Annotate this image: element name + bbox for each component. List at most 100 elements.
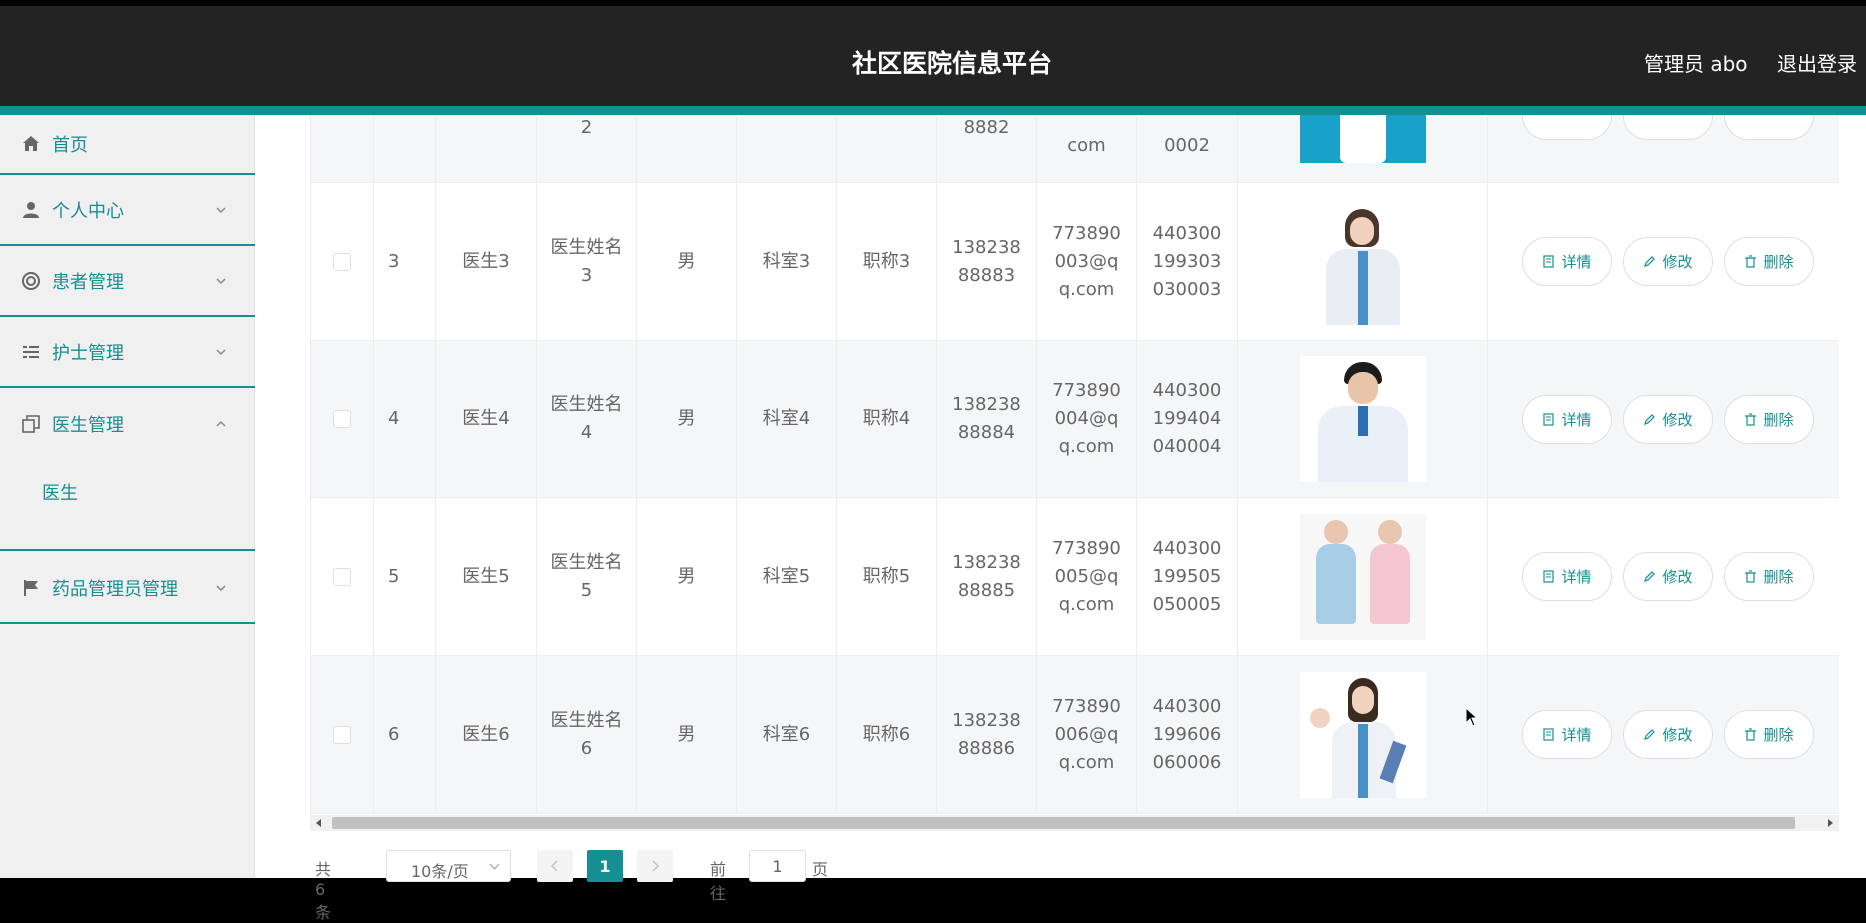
app-header: 社区医院信息平台 管理员 abo 退出登录: [0, 6, 1866, 106]
table-row: 3 医生3 医生姓名3 男 科室3 职称3 13823888883 773890…: [311, 183, 1839, 341]
detail-button[interactable]: 详情: [1522, 395, 1612, 444]
pencil-icon: [1644, 571, 1656, 582]
page-size-select[interactable]: 10条/页: [386, 850, 511, 882]
doctor-photo: [1299, 671, 1426, 798]
doctor-photo-partial: [1299, 115, 1426, 163]
cell-id: 6: [374, 656, 436, 813]
sidebar-item-label: 医生管理: [52, 414, 124, 436]
cell-idcard: 440300199606060006: [1137, 656, 1238, 813]
cell-phone: 13823888885: [937, 498, 1037, 655]
cell-name: 医生姓名5: [537, 498, 637, 655]
flag-icon: [24, 579, 38, 596]
cell-title: 职称4: [837, 341, 937, 497]
scroll-left-arrow-icon[interactable]: [316, 819, 321, 827]
horizontal-scrollbar[interactable]: [310, 815, 1839, 831]
delete-button[interactable]: [1724, 115, 1814, 140]
next-page-button[interactable]: [637, 850, 673, 882]
sidebar-item-home[interactable]: 首页: [0, 115, 255, 175]
scroll-right-arrow-icon[interactable]: [1828, 819, 1833, 827]
delete-button[interactable]: 删除: [1724, 710, 1814, 759]
document-icon: [1543, 570, 1555, 583]
pagination-total: 共 6 条: [315, 860, 332, 922]
delete-button[interactable]: 删除: [1724, 237, 1814, 286]
detail-button-label: 详情: [1561, 725, 1592, 744]
detail-button-label: 详情: [1561, 252, 1592, 271]
cell-account: 医生5: [436, 498, 537, 655]
prev-page-button[interactable]: [537, 850, 573, 882]
cell-id: 4: [374, 341, 436, 497]
detail-button[interactable]: 详情: [1522, 710, 1612, 759]
cell-dept: 科室3: [737, 183, 837, 340]
cell-title: 职称3: [837, 183, 937, 340]
table-row-partial: 2 8882 com 0002: [311, 115, 1839, 183]
admin-user-label: 管理员 abo: [1644, 52, 1748, 76]
doctor-photo: [1299, 356, 1426, 482]
pencil-icon: [1644, 414, 1656, 425]
home-icon: [23, 136, 39, 151]
cell-id: 3: [374, 183, 436, 340]
row-checkbox[interactable]: [333, 252, 351, 271]
delete-button[interactable]: 删除: [1724, 552, 1814, 601]
document-icon: [1543, 255, 1555, 268]
row-checkbox[interactable]: [333, 567, 351, 586]
cell-account: 医生4: [436, 341, 537, 497]
sidebar-subitem-doctor[interactable]: 医生: [42, 479, 78, 505]
sidebar-item-label: 患者管理: [52, 271, 124, 293]
document-icon: [1543, 728, 1555, 741]
detail-button[interactable]: [1522, 115, 1612, 140]
chevron-down-icon: [216, 348, 226, 355]
logout-link[interactable]: 退出登录: [1777, 48, 1857, 77]
sidebar-item-personal-center[interactable]: 个人中心: [0, 175, 255, 246]
sidebar-item-label: 药品管理员管理: [52, 578, 178, 600]
pencil-icon: [1644, 729, 1656, 740]
edit-button[interactable]: 修改: [1623, 395, 1713, 444]
trash-icon: [1745, 570, 1757, 583]
sidebar-item-label: 个人中心: [52, 200, 124, 222]
cell-idcard: 440300199404040004: [1137, 341, 1238, 497]
cell-name: 医生姓名3: [537, 183, 637, 340]
pencil-icon: [1644, 256, 1656, 267]
lifebuoy-icon: [22, 271, 40, 290]
goto-page-input[interactable]: 1: [749, 850, 806, 882]
cell-id-tail: 0002: [1164, 135, 1210, 156]
edit-button-label: 修改: [1662, 252, 1693, 271]
trash-icon: [1745, 728, 1757, 741]
page-unit-label: 页: [812, 860, 829, 879]
detail-button[interactable]: 详情: [1522, 552, 1612, 601]
doctor-photo: [1299, 513, 1426, 640]
page: 社区医院信息平台 管理员 abo 退出登录 首页 个人中心 患者管理 护士管理 …: [0, 0, 1866, 922]
detail-button-label: 详情: [1561, 567, 1592, 586]
delete-button-label: 删除: [1763, 252, 1794, 271]
document-icon: [1543, 413, 1555, 426]
chevron-down-icon: [216, 584, 226, 591]
cell-email-tail: com: [1067, 135, 1106, 156]
sidebar-item-doctors[interactable]: 医生管理: [0, 388, 255, 459]
edit-button[interactable]: 修改: [1623, 237, 1713, 286]
cell-id: 5: [374, 498, 436, 655]
cell-phone: 13823888884: [937, 341, 1037, 497]
chevron-down-icon: [216, 206, 226, 213]
scrollbar-thumb[interactable]: [332, 817, 1795, 829]
cell-idcard: 440300199303030003: [1137, 183, 1238, 340]
row-checkbox[interactable]: [333, 725, 351, 744]
edit-button[interactable]: 修改: [1623, 552, 1713, 601]
cell-email: 773890003@qq.com: [1037, 183, 1137, 340]
sidebar-item-patients[interactable]: 患者管理: [0, 246, 255, 317]
page-number-current[interactable]: 1: [587, 850, 623, 882]
detail-button-label: 详情: [1561, 410, 1592, 429]
sidebar-item-pharmacy-admins[interactable]: 药品管理员管理: [0, 553, 255, 624]
cell-account: 医生3: [436, 183, 537, 340]
edit-button[interactable]: [1623, 115, 1713, 140]
doctor-photo: [1299, 198, 1426, 325]
sidebar: 首页 个人中心 患者管理 护士管理 医生管理 医生 药品管理员管理: [0, 115, 255, 878]
sidebar-item-nurses[interactable]: 护士管理: [0, 317, 255, 388]
sidebar-submenu-doctors: 医生: [0, 459, 255, 551]
delete-button[interactable]: 删除: [1724, 395, 1814, 444]
user-icon: [23, 201, 39, 218]
delete-button-label: 删除: [1763, 725, 1794, 744]
chevron-down-icon: [216, 277, 226, 284]
edit-button[interactable]: 修改: [1623, 710, 1713, 759]
detail-button[interactable]: 详情: [1522, 237, 1612, 286]
table-row: 5 医生5 医生姓名5 男 科室5 职称5 13823888885 773890…: [311, 498, 1839, 656]
row-checkbox[interactable]: [333, 410, 351, 428]
